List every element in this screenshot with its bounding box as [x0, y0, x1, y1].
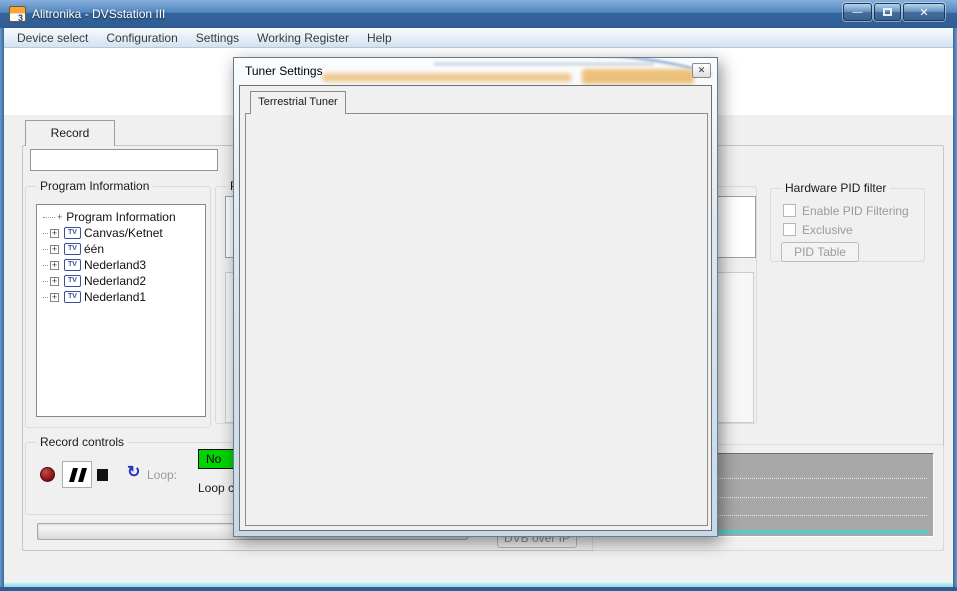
watermark-logo	[322, 73, 572, 82]
tree-connector	[43, 233, 48, 234]
window-border-bottom	[0, 587, 957, 591]
menu-item[interactable]: Settings	[187, 29, 248, 47]
tuner-settings-dialog: Tuner Settings ✕ Terrestrial Tuner Setti…	[233, 57, 718, 537]
expand-icon[interactable]: +	[50, 245, 59, 254]
tree-item[interactable]: + TV Nederland2	[37, 273, 205, 289]
exclusive-label: Exclusive	[802, 223, 853, 237]
tv-icon: TV	[64, 243, 81, 255]
tree-item-label: Canvas/Ketnet	[84, 226, 163, 240]
tree-connector	[43, 249, 48, 250]
maximize-icon	[883, 8, 892, 16]
enable-pid-checkbox[interactable]	[783, 204, 796, 217]
dialog-title: Tuner Settings	[245, 64, 323, 78]
pause-icon	[69, 468, 78, 482]
expand-icon[interactable]: +	[50, 229, 59, 238]
hardware-pid-filter-group: Hardware PID filter Enable PID Filtering…	[770, 188, 925, 262]
group-title: Program Information	[36, 179, 153, 193]
title-bar[interactable]: 3 Alitronika - DVSstation III — ✕	[0, 0, 957, 28]
program-tree[interactable]: + Program Information + TV Canvas/Ketnet…	[36, 204, 206, 417]
menu-bar: Device selectConfigurationSettingsWorkin…	[4, 28, 953, 48]
group-title: Hardware PID filter	[781, 181, 890, 195]
menu-item[interactable]: Working Register	[248, 29, 358, 47]
window-border-left	[0, 28, 4, 591]
tree-item[interactable]: + TV Nederland3	[37, 257, 205, 273]
loop-label: Loop:	[147, 468, 177, 482]
window-border-right	[953, 28, 957, 591]
tv-icon: TV	[64, 275, 81, 287]
tab-record[interactable]: Record	[25, 120, 115, 146]
app-icon: 3	[9, 6, 26, 22]
record-filename-input[interactable]	[30, 149, 218, 171]
tree-connector	[43, 281, 48, 282]
window-controls: — ✕	[843, 3, 945, 21]
tree-item[interactable]: + TV Canvas/Ketnet	[37, 225, 205, 241]
dialog-close-button[interactable]: ✕	[692, 63, 711, 78]
exclusive-checkbox[interactable]	[783, 223, 796, 236]
menu-item[interactable]: Help	[358, 29, 401, 47]
menu-item[interactable]: Device select	[8, 29, 97, 47]
tree-root-glyph: +	[57, 212, 62, 222]
dialog-title-bar[interactable]: Tuner Settings ✕	[234, 58, 717, 85]
tab-page	[245, 113, 708, 526]
close-button[interactable]: ✕	[903, 3, 945, 21]
record-icon[interactable]	[40, 467, 55, 482]
tree-item-label: Nederland3	[84, 258, 146, 272]
expand-icon[interactable]: +	[50, 293, 59, 302]
expand-icon[interactable]: +	[50, 261, 59, 270]
tree-item-label: één	[84, 242, 104, 256]
tree-item[interactable]: + TV Nederland1	[37, 289, 205, 305]
pause-icon	[78, 468, 87, 482]
stop-icon[interactable]	[97, 469, 108, 481]
tv-icon: TV	[64, 227, 81, 239]
tree-connector	[43, 265, 48, 266]
tree-connector	[43, 217, 55, 218]
menu-item[interactable]: Configuration	[97, 29, 186, 47]
tv-icon: TV	[64, 259, 81, 271]
window-title: Alitronika - DVSstation III	[32, 7, 165, 21]
minimize-button[interactable]: —	[843, 3, 872, 21]
tv-icon: TV	[64, 291, 81, 303]
tree-connector	[43, 297, 48, 298]
loop-icon[interactable]: ↻	[127, 462, 140, 482]
tree-children: + TV Canvas/Ketnet + TV één + TV Nederla…	[37, 225, 205, 305]
tree-item[interactable]: + TV één	[37, 241, 205, 257]
maximize-button[interactable]	[874, 3, 901, 21]
pid-table-button[interactable]: PID Table	[781, 242, 859, 262]
dialog-content: Terrestrial Tuner Settings Frequency [Mh…	[239, 85, 712, 531]
tree-item-label: Nederland2	[84, 274, 146, 288]
tree-item-label: Nederland1	[84, 290, 146, 304]
tree-root-label: Program Information	[66, 210, 175, 224]
group-title: Record controls	[36, 435, 128, 449]
expand-icon[interactable]: +	[50, 277, 59, 286]
application-window: 3 Alitronika - DVSstation III — ✕ Device…	[0, 0, 957, 591]
tab-terrestrial-tuner[interactable]: Terrestrial Tuner	[250, 91, 346, 114]
pause-button[interactable]	[62, 461, 92, 488]
tree-root[interactable]: + Program Information	[37, 209, 205, 225]
enable-pid-label: Enable PID Filtering	[802, 204, 909, 218]
